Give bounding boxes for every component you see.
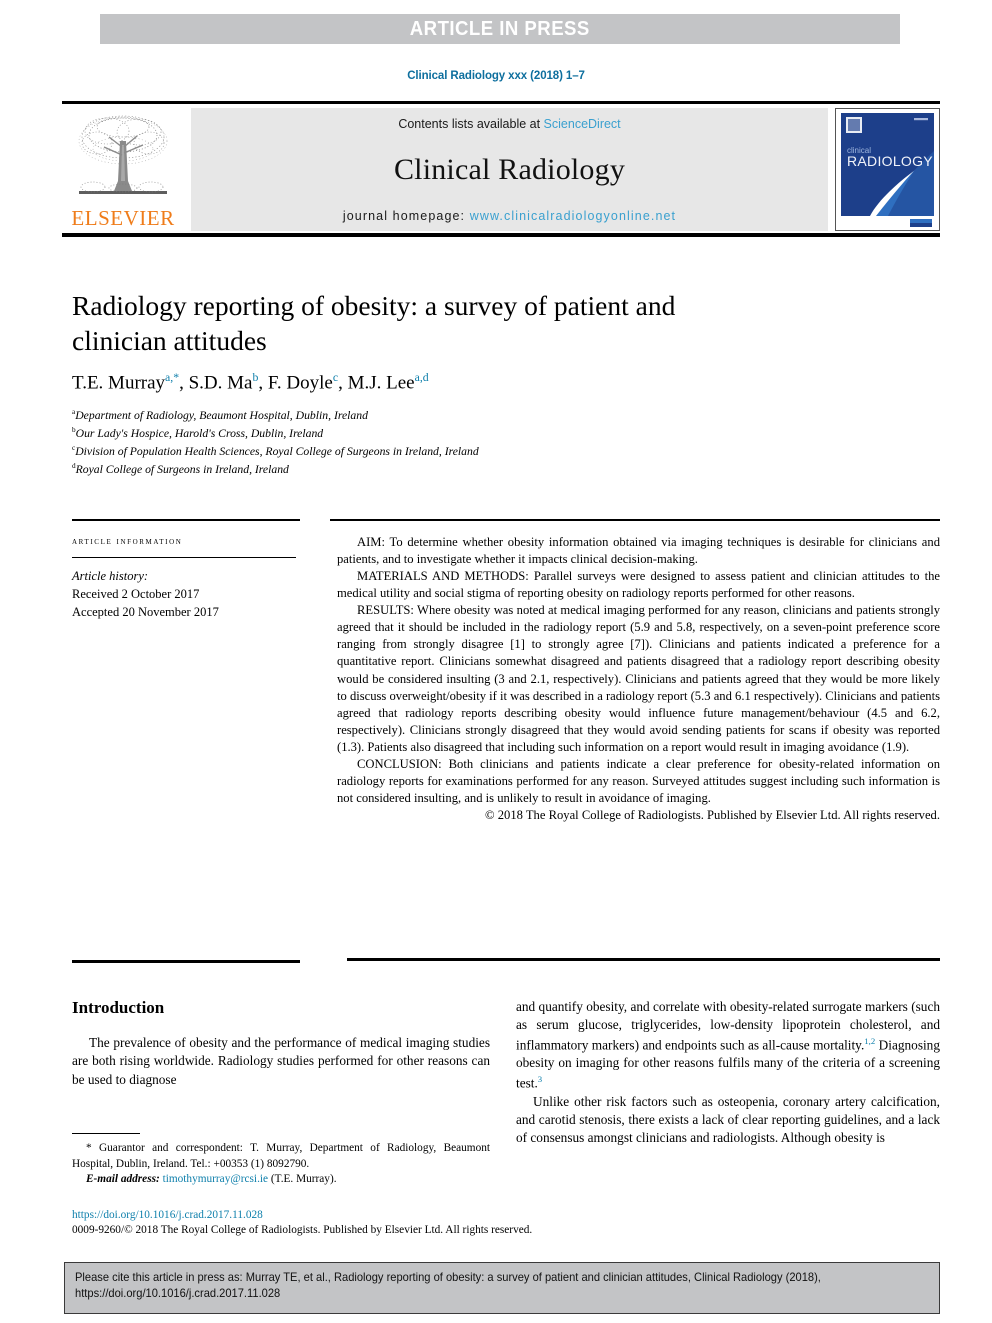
article-in-press-label: ARTICLE IN PRESS <box>409 17 591 40</box>
cite-this-article-box: Please cite this article in press as: Mu… <box>64 1262 940 1314</box>
abstract-band-top-rule-left <box>72 519 300 521</box>
issn-copyright-line: 0009-9260/© 2018 The Royal College of Ra… <box>72 1224 533 1237</box>
article-received-date: Received 2 October 2017 <box>72 587 200 602</box>
journal-cover-artwork: clinical RADIOLOGY <box>836 109 939 230</box>
contents-lists-prefix: Contents lists available at <box>398 117 544 131</box>
footnote-email-link[interactable]: timothymurray@rcsi.ie <box>163 1173 268 1185</box>
doi-block: https://doi.org/10.1016/j.crad.2017.11.0… <box>72 1208 672 1239</box>
correspondence-footnote: * Guarantor and correspondent: T. Murray… <box>72 1133 490 1188</box>
affiliation-item: dRoyal College of Surgeons in Ireland, I… <box>72 461 772 479</box>
journal-info-panel: Contents lists available at ScienceDirec… <box>191 108 828 231</box>
intro-paragraph-right-2: Unlike other risk factors such as osteop… <box>516 1093 940 1146</box>
abstract-band-bottom-rule-right <box>347 958 940 961</box>
abstract-block: AIM: To determine whether obesity inform… <box>337 534 940 824</box>
article-in-press-banner: ARTICLE IN PRESS <box>100 14 900 44</box>
journal-homepage-prefix: journal homepage: <box>342 209 470 223</box>
abstract-results: RESULTS: Where obesity was noted at medi… <box>337 603 940 754</box>
affiliation-text: Our Lady's Hospice, Harold's Cross, Dubl… <box>75 426 324 440</box>
journal-article-page: ARTICLE IN PRESS Clinical Radiology xxx … <box>0 0 992 1323</box>
intro-paragraph-left: The prevalence of obesity and the perfor… <box>72 1035 490 1087</box>
affiliation-item: bOur Lady's Hospice, Harold's Cross, Dub… <box>72 425 772 443</box>
footnote-email-suffix: (T.E. Murray). <box>270 1173 337 1186</box>
journal-title: Clinical Radiology <box>393 153 626 186</box>
affiliation-text: Royal College of Surgeons in Ireland, Ir… <box>75 463 289 477</box>
footnote-email-line: E-mail address: timothymurray@rcsi.ie (T… <box>72 1172 490 1188</box>
article-information-block: ARTICLE INFORMATION Article history: Rec… <box>72 536 300 621</box>
section-heading-introduction: Introduction <box>72 998 165 1017</box>
abstract-aim: AIM: To determine whether obesity inform… <box>337 535 940 567</box>
cite-this-article-text: Please cite this article in press as: Mu… <box>75 1271 821 1300</box>
journal-cover-thumbnail: clinical RADIOLOGY <box>835 108 940 231</box>
footnote-email-label: E-mail address: <box>86 1173 160 1186</box>
masthead-bottom-rule <box>62 233 940 237</box>
footnote-correspondence: * Guarantor and correspondent: T. Murray… <box>72 1142 490 1170</box>
masthead-top-rule <box>62 101 940 104</box>
article-information-heading: ARTICLE INFORMATION <box>72 536 183 547</box>
contents-lists-line: Contents lists available at ScienceDirec… <box>398 117 620 131</box>
page-title: Radiology reporting of obesity: a survey… <box>72 290 676 357</box>
doi-link[interactable]: https://doi.org/10.1016/j.crad.2017.11.0… <box>72 1208 672 1223</box>
affiliation-item: cDivision of Population Health Sciences,… <box>72 443 772 461</box>
elsevier-logo: ELSEVIER <box>62 108 184 231</box>
footnote-separator-rule <box>72 1133 140 1134</box>
abstract-band-bottom-rule-left <box>72 960 300 963</box>
affiliation-text: Department of Radiology, Beaumont Hospit… <box>75 408 368 422</box>
journal-homepage-link[interactable]: www.clinicalradiologyonline.net <box>470 209 676 223</box>
body-column-left: Introduction The prevalence of obesity a… <box>72 998 490 1089</box>
journal-homepage-line: journal homepage: www.clinicalradiologyo… <box>343 209 676 223</box>
journal-masthead: ELSEVIER Contents lists available at Sci… <box>62 101 940 237</box>
abstract-materials-methods: MATERIALS AND METHODS: Parallel surveys … <box>337 569 940 601</box>
article-history-label: Article history: <box>72 569 149 583</box>
article-information-rule <box>72 557 296 558</box>
abstract-copyright: © 2018 The Royal College of Radiologists… <box>485 808 940 822</box>
abstract-band-top-rule-right <box>330 519 940 521</box>
affiliation-item: aDepartment of Radiology, Beaumont Hospi… <box>72 407 772 425</box>
title-block: Radiology reporting of obesity: a survey… <box>72 288 772 479</box>
affiliation-text: Division of Population Health Sciences, … <box>75 444 479 458</box>
intro-paragraph-right-1: and quantify obesity, and correlate with… <box>516 999 940 1091</box>
running-head-citation: Clinical Radiology xxx (2018) 1–7 <box>407 70 585 82</box>
elsevier-wordmark: ELSEVIER <box>71 206 175 230</box>
body-column-right: and quantify obesity, and correlate with… <box>516 998 940 1148</box>
sciencedirect-link[interactable]: ScienceDirect <box>544 117 621 131</box>
author-list: T.E. Murraya,*, S.D. Mab, F. Doylec, M.J… <box>72 371 429 394</box>
elsevier-tree-icon <box>78 115 168 194</box>
abstract-conclusion: CONCLUSION: Both clinicians and patients… <box>337 756 940 805</box>
masthead-body: ELSEVIER Contents lists available at Sci… <box>62 108 940 231</box>
affiliation-list: aDepartment of Radiology, Beaumont Hospi… <box>72 407 772 480</box>
article-accepted-date: Accepted 20 November 2017 <box>72 605 219 620</box>
svg-text:RADIOLOGY: RADIOLOGY <box>847 153 933 169</box>
